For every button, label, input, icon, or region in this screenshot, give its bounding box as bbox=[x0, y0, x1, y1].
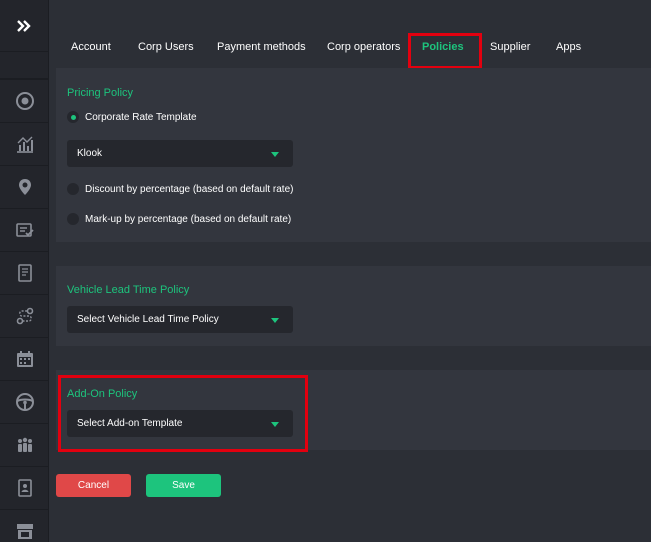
save-button[interactable]: Save bbox=[146, 474, 221, 497]
tab-apps[interactable]: Apps bbox=[556, 41, 581, 53]
tab-corp-users[interactable]: Corp Users bbox=[138, 41, 194, 53]
steering-wheel-icon bbox=[15, 393, 34, 411]
sidebar-item-calendar[interactable] bbox=[0, 337, 49, 380]
pricing-policy-section: Pricing Policy Corporate Rate Template K… bbox=[56, 68, 651, 242]
tab-corp-operators[interactable]: Corp operators bbox=[327, 41, 400, 53]
select-placeholder: Select Vehicle Lead Time Policy bbox=[77, 314, 219, 325]
tab-account[interactable]: Account bbox=[71, 41, 111, 53]
expand-icon bbox=[17, 19, 31, 32]
route-icon bbox=[16, 307, 33, 325]
analytics-icon bbox=[16, 136, 33, 153]
sidebar-item-documents[interactable] bbox=[0, 251, 49, 294]
chevron-down-icon bbox=[271, 318, 279, 323]
app-window: Account Corp Users Payment methods Corp … bbox=[0, 0, 651, 542]
select-value: Klook bbox=[77, 148, 103, 159]
radio-button[interactable] bbox=[67, 213, 79, 225]
checklist-icon bbox=[15, 223, 34, 237]
vehicle-lead-time-policy-select[interactable]: Select Vehicle Lead Time Policy bbox=[67, 306, 293, 333]
sidebar-item-contacts[interactable] bbox=[0, 466, 49, 509]
sidebar-item-tasks[interactable] bbox=[0, 208, 49, 251]
radio-button[interactable] bbox=[67, 183, 79, 195]
sidebar-item-store[interactable] bbox=[0, 509, 49, 542]
radio-label: Mark-up by percentage (based on default … bbox=[85, 213, 292, 225]
pricing-policy-title: Pricing Policy bbox=[67, 87, 134, 99]
location-pin-icon bbox=[18, 179, 31, 195]
sidebar bbox=[0, 0, 49, 542]
radio-markup-by-percentage[interactable]: Mark-up by percentage (based on default … bbox=[67, 213, 291, 225]
users-group-icon bbox=[17, 437, 32, 452]
radio-corporate-rate-template[interactable]: Corporate Rate Template bbox=[67, 111, 197, 123]
radio-selected-dot bbox=[70, 114, 76, 120]
radio-label: Corporate Rate Template bbox=[85, 111, 197, 123]
vehicle-lead-time-policy-section: Vehicle Lead Time Policy Select Vehicle … bbox=[56, 266, 651, 346]
sidebar-item-analytics[interactable] bbox=[0, 122, 49, 165]
document-icon bbox=[17, 264, 32, 282]
sidebar-item-routes[interactable] bbox=[0, 294, 49, 337]
id-card-icon bbox=[17, 479, 32, 497]
addon-policy-highlight bbox=[58, 375, 308, 452]
sidebar-spacer bbox=[0, 52, 49, 79]
policies-tab-highlight bbox=[408, 33, 482, 69]
radio-label: Discount by percentage (based on default… bbox=[85, 183, 294, 195]
sidebar-item-add[interactable] bbox=[0, 79, 49, 122]
sidebar-item-users[interactable] bbox=[0, 423, 49, 466]
tab-supplier[interactable]: Supplier bbox=[490, 41, 530, 53]
radio-button[interactable] bbox=[67, 111, 79, 123]
tab-payment-methods[interactable]: Payment methods bbox=[217, 41, 306, 53]
vehicle-lead-time-policy-title: Vehicle Lead Time Policy bbox=[67, 284, 190, 296]
calendar-icon bbox=[16, 351, 33, 367]
corporate-rate-template-select[interactable]: Klook bbox=[67, 140, 293, 167]
sidebar-item-drivers[interactable] bbox=[0, 380, 49, 423]
tab-bar: Account Corp Users Payment methods Corp … bbox=[49, 0, 651, 68]
storefront-icon bbox=[16, 524, 33, 539]
radio-discount-by-percentage[interactable]: Discount by percentage (based on default… bbox=[67, 183, 293, 195]
sidebar-item-locations[interactable] bbox=[0, 165, 49, 208]
plus-circle-icon bbox=[15, 92, 34, 110]
cancel-button[interactable]: Cancel bbox=[56, 474, 131, 497]
chevron-down-icon bbox=[271, 152, 279, 157]
sidebar-expand-button[interactable] bbox=[0, 0, 48, 52]
